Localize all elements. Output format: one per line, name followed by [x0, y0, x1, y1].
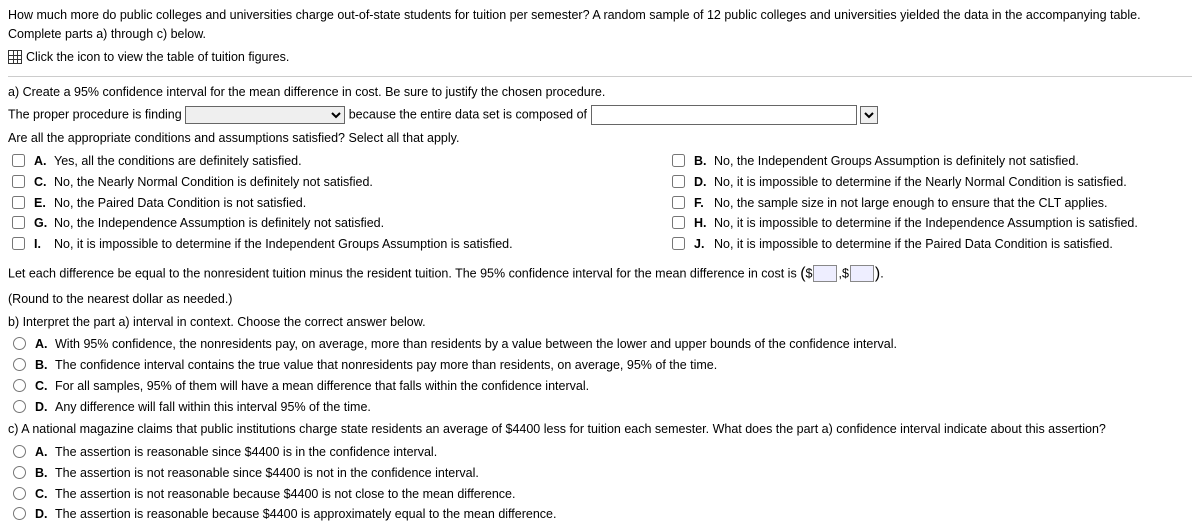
procedure-sentence: The proper procedure is finding because …	[8, 105, 1192, 125]
part-b-prompt: b) Interpret the part a) interval in con…	[8, 313, 1192, 332]
conditions-prompt: Are all the appropriate conditions and a…	[8, 129, 1192, 148]
table-icon	[8, 50, 22, 64]
part-c-prompt: c) A national magazine claims that publi…	[8, 420, 1192, 439]
procedure-select[interactable]	[185, 106, 345, 124]
checkbox-D[interactable]	[672, 175, 685, 188]
checkbox-E[interactable]	[12, 196, 25, 209]
radio-b-C[interactable]: C.For all samples, 95% of them will have…	[8, 377, 1192, 396]
procedure-mid: because the entire data set is composed …	[349, 108, 587, 122]
radio-input-c-A[interactable]	[13, 445, 26, 458]
checkbox-I[interactable]	[12, 237, 25, 250]
ci-sentence: Let each difference be equal to the nonr…	[8, 262, 1192, 286]
check-C[interactable]: C.No, the Nearly Normal Condition is def…	[8, 173, 648, 192]
ci-lower-input[interactable]	[813, 265, 837, 282]
check-A[interactable]: A.Yes, all the conditions are definitely…	[8, 152, 648, 171]
open-paren: (	[800, 265, 805, 282]
radio-input-c-B[interactable]	[13, 466, 26, 479]
check-I[interactable]: I.No, it is impossible to determine if t…	[8, 235, 648, 254]
checkbox-A[interactable]	[12, 154, 25, 167]
view-table-text: Click the icon to view the table of tuit…	[26, 48, 289, 67]
ci-post: .	[880, 266, 883, 280]
radio-input-b-A[interactable]	[13, 337, 26, 350]
radio-c-A[interactable]: A.The assertion is reasonable since $440…	[8, 443, 1192, 462]
radio-input-b-D[interactable]	[13, 400, 26, 413]
checkbox-H[interactable]	[672, 216, 685, 229]
radio-c-D[interactable]: D.The assertion is reasonable because $4…	[8, 505, 1192, 524]
check-F[interactable]: F.No, the sample size in not large enoug…	[668, 194, 1192, 213]
check-G[interactable]: G.No, the Independence Assumption is def…	[8, 214, 648, 233]
checkbox-C[interactable]	[12, 175, 25, 188]
checkbox-J[interactable]	[672, 237, 685, 250]
check-B[interactable]: B.No, the Independent Groups Assumption …	[668, 152, 1192, 171]
check-E[interactable]: E.No, the Paired Data Condition is not s…	[8, 194, 648, 213]
radio-c-B[interactable]: B.The assertion is not reasonable since …	[8, 464, 1192, 483]
ci-pre: Let each difference be equal to the nonr…	[8, 266, 797, 280]
radio-input-b-B[interactable]	[13, 358, 26, 371]
view-table-link[interactable]: Click the icon to view the table of tuit…	[8, 48, 289, 67]
radio-input-c-D[interactable]	[13, 507, 26, 520]
radio-b-A[interactable]: A.With 95% confidence, the nonresidents …	[8, 335, 1192, 354]
radio-b-D[interactable]: D.Any difference will fall within this i…	[8, 398, 1192, 417]
radio-b-B[interactable]: B.The confidence interval contains the t…	[8, 356, 1192, 375]
checkbox-F[interactable]	[672, 196, 685, 209]
conditions-options: A.Yes, all the conditions are definitely…	[8, 152, 1192, 254]
checkbox-G[interactable]	[12, 216, 25, 229]
composed-of-input[interactable]	[591, 105, 857, 125]
composed-of-dropdown[interactable]	[860, 106, 878, 124]
checkbox-B[interactable]	[672, 154, 685, 167]
divider	[8, 76, 1192, 77]
ci-upper-input[interactable]	[850, 265, 874, 282]
round-hint: (Round to the nearest dollar as needed.)	[8, 290, 1192, 309]
check-H[interactable]: H.No, it is impossible to determine if t…	[668, 214, 1192, 233]
radio-input-c-C[interactable]	[13, 487, 26, 500]
part-a-prompt: a) Create a 95% confidence interval for …	[8, 83, 1192, 102]
question-intro: How much more do public colleges and uni…	[8, 6, 1192, 44]
radio-input-b-C[interactable]	[13, 379, 26, 392]
part-c-options: A.The assertion is reasonable since $440…	[8, 443, 1192, 524]
check-D[interactable]: D.No, it is impossible to determine if t…	[668, 173, 1192, 192]
check-J[interactable]: J.No, it is impossible to determine if t…	[668, 235, 1192, 254]
radio-c-C[interactable]: C.The assertion is not reasonable becaus…	[8, 485, 1192, 504]
part-b-options: A.With 95% confidence, the nonresidents …	[8, 335, 1192, 416]
procedure-pre: The proper procedure is finding	[8, 108, 182, 122]
